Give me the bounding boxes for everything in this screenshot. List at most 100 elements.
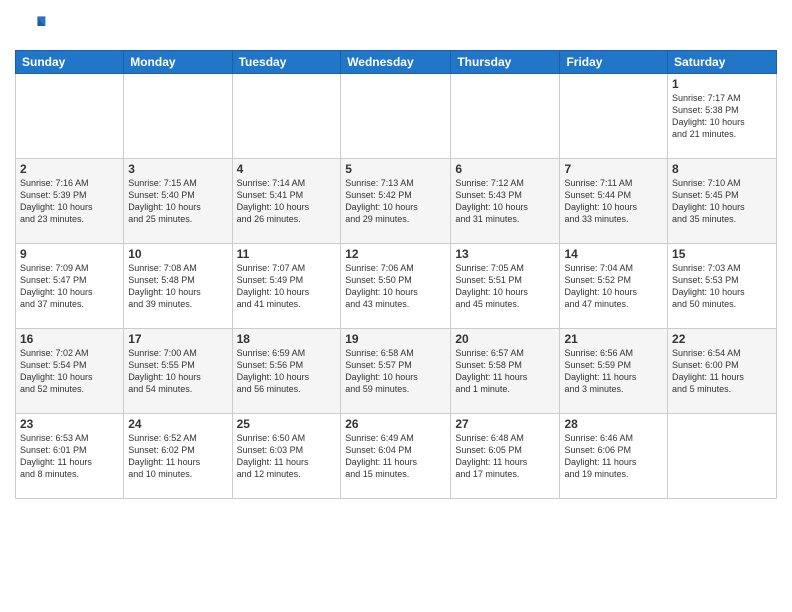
calendar-cell: 19Sunrise: 6:58 AM Sunset: 5:57 PM Dayli…: [341, 329, 451, 414]
day-info: Sunrise: 7:12 AM Sunset: 5:43 PM Dayligh…: [455, 177, 555, 226]
day-number: 18: [237, 332, 337, 346]
day-number: 10: [128, 247, 227, 261]
calendar-cell: [560, 74, 668, 159]
page: SundayMondayTuesdayWednesdayThursdayFrid…: [0, 0, 792, 612]
day-number: 17: [128, 332, 227, 346]
day-info: Sunrise: 7:02 AM Sunset: 5:54 PM Dayligh…: [20, 347, 119, 396]
day-number: 3: [128, 162, 227, 176]
day-number: 19: [345, 332, 446, 346]
calendar-week-4: 23Sunrise: 6:53 AM Sunset: 6:01 PM Dayli…: [16, 414, 777, 499]
calendar-cell: [341, 74, 451, 159]
day-number: 1: [672, 77, 772, 91]
weekday-header-tuesday: Tuesday: [232, 51, 341, 74]
logo: [15, 10, 51, 42]
day-number: 28: [564, 417, 663, 431]
calendar-cell: [668, 414, 777, 499]
day-info: Sunrise: 7:05 AM Sunset: 5:51 PM Dayligh…: [455, 262, 555, 311]
weekday-header-monday: Monday: [124, 51, 232, 74]
day-info: Sunrise: 6:54 AM Sunset: 6:00 PM Dayligh…: [672, 347, 772, 396]
day-number: 8: [672, 162, 772, 176]
day-info: Sunrise: 7:00 AM Sunset: 5:55 PM Dayligh…: [128, 347, 227, 396]
calendar-cell: 8Sunrise: 7:10 AM Sunset: 5:45 PM Daylig…: [668, 159, 777, 244]
day-number: 25: [237, 417, 337, 431]
calendar-cell: 16Sunrise: 7:02 AM Sunset: 5:54 PM Dayli…: [16, 329, 124, 414]
calendar-week-2: 9Sunrise: 7:09 AM Sunset: 5:47 PM Daylig…: [16, 244, 777, 329]
day-info: Sunrise: 7:06 AM Sunset: 5:50 PM Dayligh…: [345, 262, 446, 311]
day-info: Sunrise: 7:11 AM Sunset: 5:44 PM Dayligh…: [564, 177, 663, 226]
calendar-cell: [124, 74, 232, 159]
day-number: 9: [20, 247, 119, 261]
calendar-cell: 4Sunrise: 7:14 AM Sunset: 5:41 PM Daylig…: [232, 159, 341, 244]
calendar-cell: 12Sunrise: 7:06 AM Sunset: 5:50 PM Dayli…: [341, 244, 451, 329]
day-number: 26: [345, 417, 446, 431]
logo-icon: [15, 10, 47, 42]
day-info: Sunrise: 7:15 AM Sunset: 5:40 PM Dayligh…: [128, 177, 227, 226]
calendar-week-1: 2Sunrise: 7:16 AM Sunset: 5:39 PM Daylig…: [16, 159, 777, 244]
day-number: 7: [564, 162, 663, 176]
day-number: 21: [564, 332, 663, 346]
calendar-cell: 14Sunrise: 7:04 AM Sunset: 5:52 PM Dayli…: [560, 244, 668, 329]
day-info: Sunrise: 7:16 AM Sunset: 5:39 PM Dayligh…: [20, 177, 119, 226]
weekday-header-wednesday: Wednesday: [341, 51, 451, 74]
calendar-week-0: 1Sunrise: 7:17 AM Sunset: 5:38 PM Daylig…: [16, 74, 777, 159]
calendar-cell: 2Sunrise: 7:16 AM Sunset: 5:39 PM Daylig…: [16, 159, 124, 244]
calendar-week-3: 16Sunrise: 7:02 AM Sunset: 5:54 PM Dayli…: [16, 329, 777, 414]
calendar-table: SundayMondayTuesdayWednesdayThursdayFrid…: [15, 50, 777, 499]
calendar-cell: 15Sunrise: 7:03 AM Sunset: 5:53 PM Dayli…: [668, 244, 777, 329]
day-number: 22: [672, 332, 772, 346]
calendar-cell: 18Sunrise: 6:59 AM Sunset: 5:56 PM Dayli…: [232, 329, 341, 414]
calendar-cell: 10Sunrise: 7:08 AM Sunset: 5:48 PM Dayli…: [124, 244, 232, 329]
calendar-cell: 1Sunrise: 7:17 AM Sunset: 5:38 PM Daylig…: [668, 74, 777, 159]
day-info: Sunrise: 7:09 AM Sunset: 5:47 PM Dayligh…: [20, 262, 119, 311]
calendar-cell: 7Sunrise: 7:11 AM Sunset: 5:44 PM Daylig…: [560, 159, 668, 244]
calendar-cell: 9Sunrise: 7:09 AM Sunset: 5:47 PM Daylig…: [16, 244, 124, 329]
day-info: Sunrise: 7:04 AM Sunset: 5:52 PM Dayligh…: [564, 262, 663, 311]
day-info: Sunrise: 7:13 AM Sunset: 5:42 PM Dayligh…: [345, 177, 446, 226]
day-number: 14: [564, 247, 663, 261]
calendar-cell: 24Sunrise: 6:52 AM Sunset: 6:02 PM Dayli…: [124, 414, 232, 499]
day-number: 23: [20, 417, 119, 431]
day-number: 5: [345, 162, 446, 176]
day-info: Sunrise: 6:59 AM Sunset: 5:56 PM Dayligh…: [237, 347, 337, 396]
calendar-cell: [232, 74, 341, 159]
day-info: Sunrise: 7:07 AM Sunset: 5:49 PM Dayligh…: [237, 262, 337, 311]
day-number: 15: [672, 247, 772, 261]
calendar-cell: [16, 74, 124, 159]
calendar-cell: 23Sunrise: 6:53 AM Sunset: 6:01 PM Dayli…: [16, 414, 124, 499]
day-info: Sunrise: 6:52 AM Sunset: 6:02 PM Dayligh…: [128, 432, 227, 481]
calendar-cell: [451, 74, 560, 159]
day-info: Sunrise: 6:46 AM Sunset: 6:06 PM Dayligh…: [564, 432, 663, 481]
day-number: 24: [128, 417, 227, 431]
day-number: 4: [237, 162, 337, 176]
weekday-header-thursday: Thursday: [451, 51, 560, 74]
day-info: Sunrise: 6:58 AM Sunset: 5:57 PM Dayligh…: [345, 347, 446, 396]
calendar-cell: 11Sunrise: 7:07 AM Sunset: 5:49 PM Dayli…: [232, 244, 341, 329]
day-info: Sunrise: 6:50 AM Sunset: 6:03 PM Dayligh…: [237, 432, 337, 481]
weekday-header-saturday: Saturday: [668, 51, 777, 74]
calendar-cell: 13Sunrise: 7:05 AM Sunset: 5:51 PM Dayli…: [451, 244, 560, 329]
day-info: Sunrise: 6:57 AM Sunset: 5:58 PM Dayligh…: [455, 347, 555, 396]
day-number: 2: [20, 162, 119, 176]
day-info: Sunrise: 7:03 AM Sunset: 5:53 PM Dayligh…: [672, 262, 772, 311]
day-info: Sunrise: 7:08 AM Sunset: 5:48 PM Dayligh…: [128, 262, 227, 311]
calendar-cell: 17Sunrise: 7:00 AM Sunset: 5:55 PM Dayli…: [124, 329, 232, 414]
calendar-cell: 20Sunrise: 6:57 AM Sunset: 5:58 PM Dayli…: [451, 329, 560, 414]
calendar-cell: 27Sunrise: 6:48 AM Sunset: 6:05 PM Dayli…: [451, 414, 560, 499]
weekday-header-sunday: Sunday: [16, 51, 124, 74]
calendar-cell: 5Sunrise: 7:13 AM Sunset: 5:42 PM Daylig…: [341, 159, 451, 244]
day-number: 13: [455, 247, 555, 261]
day-number: 12: [345, 247, 446, 261]
calendar-cell: 6Sunrise: 7:12 AM Sunset: 5:43 PM Daylig…: [451, 159, 560, 244]
weekday-header-friday: Friday: [560, 51, 668, 74]
calendar-header-row: SundayMondayTuesdayWednesdayThursdayFrid…: [16, 51, 777, 74]
day-info: Sunrise: 6:49 AM Sunset: 6:04 PM Dayligh…: [345, 432, 446, 481]
day-number: 11: [237, 247, 337, 261]
calendar-cell: 21Sunrise: 6:56 AM Sunset: 5:59 PM Dayli…: [560, 329, 668, 414]
calendar-cell: 22Sunrise: 6:54 AM Sunset: 6:00 PM Dayli…: [668, 329, 777, 414]
calendar-cell: 26Sunrise: 6:49 AM Sunset: 6:04 PM Dayli…: [341, 414, 451, 499]
calendar-cell: 28Sunrise: 6:46 AM Sunset: 6:06 PM Dayli…: [560, 414, 668, 499]
calendar-cell: 25Sunrise: 6:50 AM Sunset: 6:03 PM Dayli…: [232, 414, 341, 499]
day-info: Sunrise: 7:17 AM Sunset: 5:38 PM Dayligh…: [672, 92, 772, 141]
day-number: 16: [20, 332, 119, 346]
day-info: Sunrise: 6:48 AM Sunset: 6:05 PM Dayligh…: [455, 432, 555, 481]
